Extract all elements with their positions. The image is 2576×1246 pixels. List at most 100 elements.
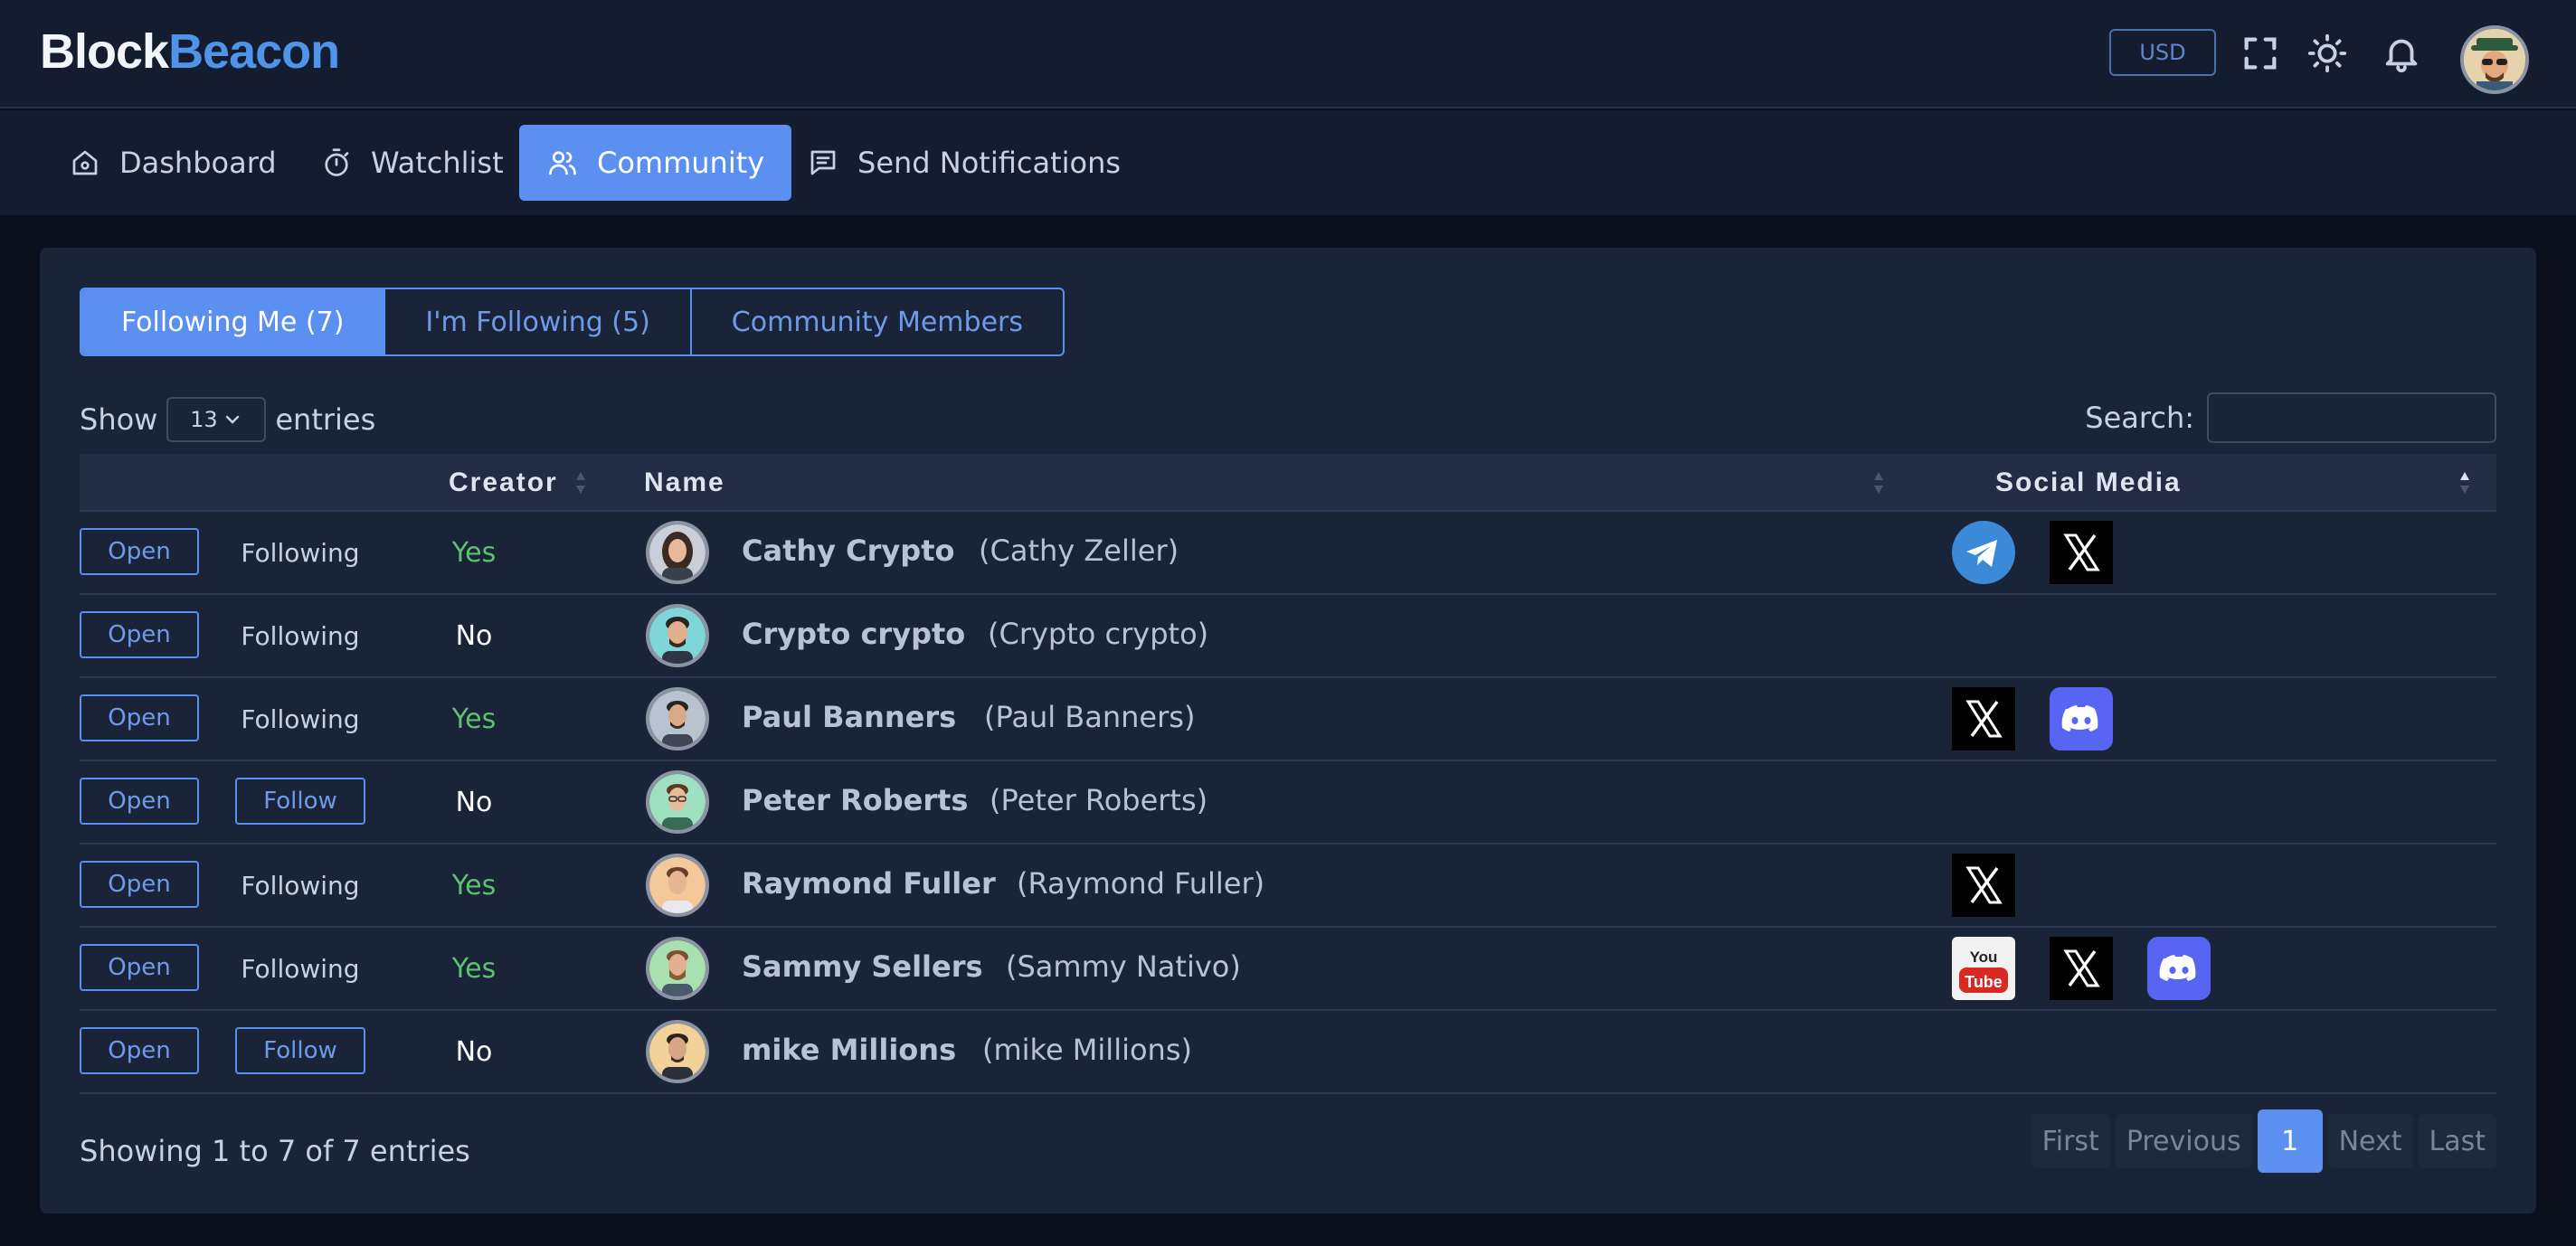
table-header: Creator Name Social Media xyxy=(80,454,2496,512)
following-status: Following xyxy=(241,537,360,568)
open-button[interactable]: Open xyxy=(80,778,199,825)
member-real-name: (Cathy Zeller) xyxy=(979,533,1179,568)
top-bar: BlockBeacon USD xyxy=(0,0,2576,109)
pagination-next[interactable]: Next xyxy=(2327,1114,2413,1168)
pagination: First Previous 1 Next Last xyxy=(2026,1109,2496,1173)
tab-im-following[interactable]: I'm Following (5) xyxy=(385,289,692,354)
members-table: Creator Name Social Media Open Following… xyxy=(80,454,2496,1094)
creator-value: Yes xyxy=(451,952,497,985)
member-display-name[interactable]: Cathy Crypto xyxy=(742,512,954,590)
pagination-last[interactable]: Last xyxy=(2418,1114,2496,1168)
member-real-name: (Peter Roberts) xyxy=(990,783,1208,817)
open-button[interactable]: Open xyxy=(80,861,199,908)
open-button[interactable]: Open xyxy=(80,944,199,991)
community-tabs: Following Me (7) I'm Following (5) Commu… xyxy=(80,288,1065,356)
fullscreen-icon[interactable] xyxy=(2240,33,2281,74)
column-header-name-label: Name xyxy=(644,467,725,497)
sort-icon xyxy=(575,472,585,494)
youtube-icon[interactable]: You Tube xyxy=(1952,937,2015,1000)
nav-dashboard[interactable]: Dashboard xyxy=(42,125,304,201)
entries-select[interactable]: 13 xyxy=(166,397,267,442)
column-header-name[interactable]: Name xyxy=(644,454,725,512)
x-icon[interactable] xyxy=(1952,854,2015,917)
pagination-first[interactable]: First xyxy=(2031,1114,2110,1168)
table-row: Open Following Yes Raymond Fuller (Raymo… xyxy=(80,845,2496,928)
column-header-creator[interactable]: Creator xyxy=(449,454,587,512)
member-avatar xyxy=(646,854,709,917)
table-row: Open Follow No Peter Roberts (Peter Robe… xyxy=(80,761,2496,845)
svg-text:Tube: Tube xyxy=(1965,973,2003,991)
follow-button[interactable]: Follow xyxy=(235,1027,365,1074)
member-display-name[interactable]: Paul Banners xyxy=(742,678,956,756)
nav-watchlist-label: Watchlist xyxy=(371,146,504,180)
creator-value: Yes xyxy=(451,869,497,901)
tab-community-members[interactable]: Community Members xyxy=(692,289,1063,354)
discord-icon[interactable] xyxy=(2147,937,2211,1000)
pagination-previous[interactable]: Previous xyxy=(2115,1114,2252,1168)
open-button[interactable]: Open xyxy=(80,1027,199,1074)
open-button[interactable]: Open xyxy=(80,611,199,658)
x-icon[interactable] xyxy=(2050,937,2113,1000)
entries-label: entries xyxy=(275,402,376,437)
column-header-creator-label: Creator xyxy=(449,467,558,497)
pagination-page-1[interactable]: 1 xyxy=(2257,1109,2323,1173)
nav-community[interactable]: Community xyxy=(519,125,792,201)
sort-icon[interactable] xyxy=(1872,469,1885,496)
app-logo[interactable]: BlockBeacon xyxy=(40,24,340,80)
member-avatar xyxy=(646,521,709,584)
member-display-name[interactable]: mike Millions xyxy=(742,1011,956,1089)
entries-value: 13 xyxy=(190,407,218,432)
member-avatar xyxy=(646,937,709,1000)
table-row: Open Following Yes Sammy Sellers (Sammy … xyxy=(80,928,2496,1011)
nav-send-notifications[interactable]: Send Notifications xyxy=(780,125,1148,201)
member-avatar xyxy=(646,1020,709,1083)
creator-value: Yes xyxy=(451,703,497,735)
member-display-name[interactable]: Sammy Sellers xyxy=(742,928,983,1005)
stopwatch-icon xyxy=(325,148,349,176)
search-input[interactable] xyxy=(2207,392,2496,443)
nav-watchlist[interactable]: Watchlist xyxy=(293,125,531,201)
member-real-name: (Paul Banners) xyxy=(984,700,1196,734)
bell-icon[interactable] xyxy=(2381,33,2422,74)
creator-value: Yes xyxy=(451,536,497,569)
chevron-down-icon xyxy=(225,415,239,424)
follow-button[interactable]: Follow xyxy=(235,778,365,825)
member-display-name[interactable]: Crypto crypto xyxy=(742,595,965,673)
table-row: Open Follow No mike Millions (mike Milli… xyxy=(80,1011,2496,1094)
logo-part-1: Block xyxy=(40,24,169,79)
sort-asc-icon[interactable] xyxy=(2458,469,2471,496)
member-real-name: (mike Millions) xyxy=(982,1033,1192,1067)
nav-send-notifications-label: Send Notifications xyxy=(857,146,1122,180)
table-info: Showing 1 to 7 of 7 entries xyxy=(80,1134,470,1168)
member-display-name[interactable]: Peter Roberts xyxy=(742,761,968,839)
table-row: Open Following No Crypto crypto (Crypto … xyxy=(80,595,2496,678)
open-button[interactable]: Open xyxy=(80,694,199,741)
main-nav: Dashboard Watchlist Community Send Notif… xyxy=(0,110,2576,215)
telegram-icon[interactable] xyxy=(1952,521,2015,584)
open-button[interactable]: Open xyxy=(80,528,199,575)
member-real-name: (Sammy Nativo) xyxy=(1006,949,1241,984)
member-real-name: (Raymond Fuller) xyxy=(1017,866,1265,901)
x-icon[interactable] xyxy=(1952,687,2015,750)
table-row: Open Following Yes Paul Banners (Paul Ba… xyxy=(80,678,2496,761)
sun-icon[interactable] xyxy=(2306,33,2348,74)
tab-following-me[interactable]: Following Me (7) xyxy=(81,289,386,354)
creator-value: No xyxy=(455,619,493,652)
creator-value: No xyxy=(455,786,493,818)
discord-icon[interactable] xyxy=(2050,687,2113,750)
users-icon xyxy=(549,151,576,175)
following-status: Following xyxy=(241,703,360,734)
message-icon xyxy=(810,150,836,175)
x-icon[interactable] xyxy=(2050,521,2113,584)
user-avatar[interactable] xyxy=(2460,25,2529,94)
creator-value: No xyxy=(455,1035,493,1068)
currency-selector[interactable]: USD xyxy=(2109,29,2216,76)
member-real-name: (Crypto crypto) xyxy=(988,617,1209,651)
search-control: Search: xyxy=(2085,392,2496,443)
show-label: Show xyxy=(80,402,158,437)
member-display-name[interactable]: Raymond Fuller xyxy=(742,845,996,922)
entries-control: Show 13 entries xyxy=(80,396,375,443)
column-header-social[interactable]: Social Media xyxy=(1995,454,2182,512)
column-header-social-label: Social Media xyxy=(1995,467,2182,497)
logo-part-2: Beacon xyxy=(168,24,340,79)
